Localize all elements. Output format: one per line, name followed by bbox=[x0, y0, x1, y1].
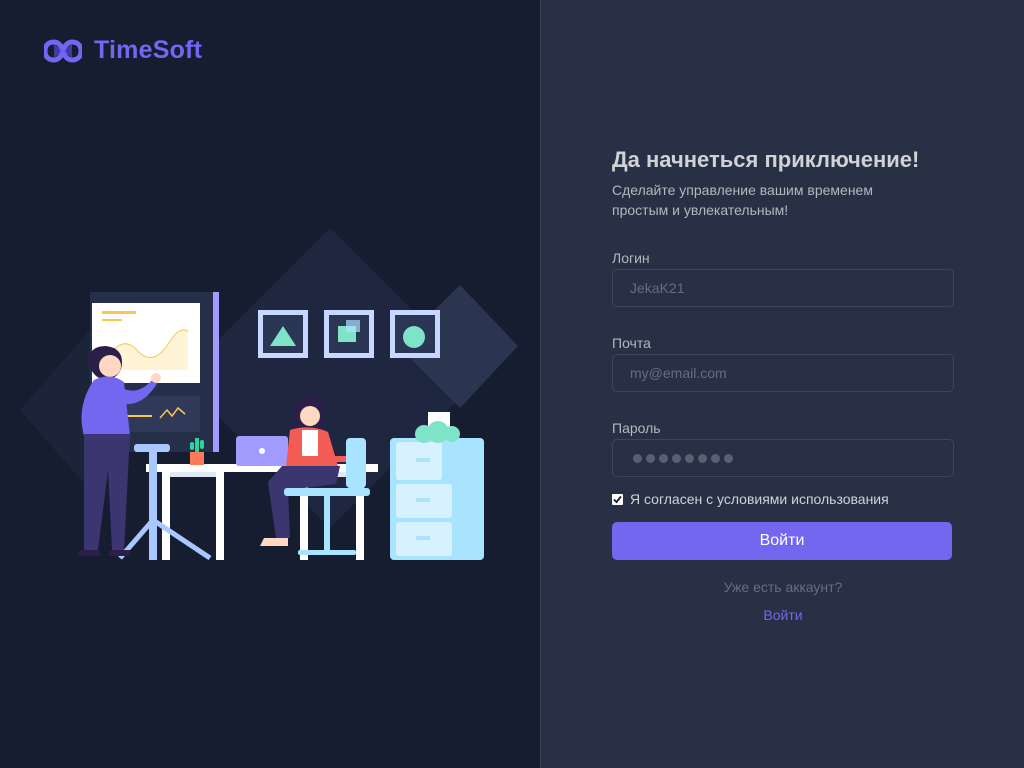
login-input[interactable] bbox=[612, 269, 954, 307]
password-mask-dot bbox=[646, 453, 655, 463]
password-mask-dot bbox=[672, 453, 681, 463]
password-mask-dot bbox=[685, 453, 694, 463]
terms-row: Я согласен с условиями использования bbox=[612, 491, 954, 507]
submit-button[interactable]: Войти bbox=[612, 522, 952, 560]
terms-label[interactable]: Я согласен с условиями использования bbox=[630, 491, 889, 507]
have-account-text: Уже есть аккаунт? bbox=[723, 579, 843, 595]
password-input[interactable] bbox=[612, 439, 954, 477]
login-page: TimeSoft Да начнеться приключение! Сдела… bbox=[0, 0, 1024, 768]
password-mask-dot bbox=[633, 453, 642, 463]
password-label: Пароль bbox=[612, 420, 661, 436]
form-subtitle: Сделайте управление вашим временем прост… bbox=[612, 182, 873, 218]
signup-form: Да начнеться приключение! Сделайте управ… bbox=[612, 144, 954, 623]
signin-link[interactable]: Войти bbox=[612, 607, 954, 623]
office-workers-illustration bbox=[20, 228, 518, 561]
terms-checkbox[interactable] bbox=[612, 493, 623, 505]
password-mask-dot bbox=[724, 453, 733, 463]
form-title: Да начнеться приключение! bbox=[612, 147, 920, 172]
checkmark-icon bbox=[613, 495, 622, 503]
illustration-panel: TimeSoft bbox=[0, 0, 541, 768]
password-mask-dot bbox=[659, 453, 668, 463]
password-mask-dot bbox=[711, 453, 720, 463]
infinity-logo-icon bbox=[44, 38, 82, 63]
password-mask-dot bbox=[698, 453, 707, 463]
login-label: Логин bbox=[612, 250, 650, 266]
email-label: Почта bbox=[612, 335, 651, 351]
signup-panel: Да начнеться приключение! Сделайте управ… bbox=[541, 0, 1024, 768]
brand-name: TimeSoft bbox=[94, 36, 203, 64]
email-input[interactable] bbox=[612, 354, 954, 392]
brand-logo[interactable]: TimeSoft bbox=[44, 36, 202, 65]
